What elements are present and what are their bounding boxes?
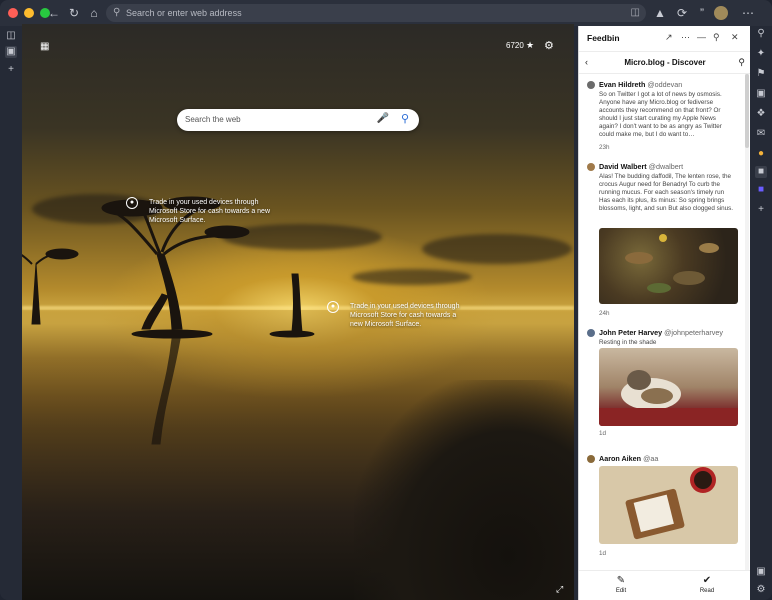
globe-icon[interactable]: ● (126, 197, 138, 209)
edit-label: Edit (615, 588, 627, 594)
post-time: 1d (599, 550, 607, 557)
sparkle-icon[interactable]: ✦ (755, 48, 767, 60)
feed-post[interactable]: John Peter Harvey @johnpeterharvey Resti… (587, 328, 739, 446)
outlook-icon[interactable]: ✉ (755, 128, 767, 140)
pin-icon[interactable]: ⚲ (713, 32, 720, 43)
address-bar[interactable]: ⚲ Search or enter web address ◫ (106, 4, 646, 22)
address-bar-placeholder: Search or enter web address (126, 8, 242, 18)
games-icon[interactable]: ● (755, 148, 767, 160)
more-options-icon[interactable]: ⋯ (681, 32, 690, 43)
trophy-icon[interactable]: ★ (526, 40, 534, 51)
rewards-score[interactable]: 6720 (506, 41, 524, 50)
open-external-icon[interactable]: ↗ (665, 32, 673, 43)
edit-button[interactable]: ✎ Edit (601, 575, 641, 594)
apps-grid-icon[interactable]: ▦ (40, 42, 50, 52)
post-author: Evan Hildreth @oddevan (599, 80, 683, 89)
screenshot-icon[interactable]: ▣ (755, 566, 767, 578)
feedbin-side-panel: Feedbin ↗ ⋯ — ⚲ ✕ ‹ Micro.blog - Discove… (578, 26, 751, 600)
feed-post[interactable]: Evan Hildreth @oddevan So on Twitter I g… (587, 80, 739, 156)
settings-gear-icon[interactable]: ⚙ (544, 39, 554, 52)
hotspot-caption-2[interactable]: Trade in your used devices through Micro… (350, 302, 470, 329)
toolbox-icon[interactable]: ▣ (755, 88, 767, 100)
app-icon[interactable]: ■ (755, 184, 767, 196)
post-photo[interactable] (599, 348, 738, 426)
search-icon[interactable]: ⚲ (401, 112, 409, 125)
minimize-icon[interactable]: — (697, 32, 706, 42)
edit-icon: ✎ (616, 575, 626, 586)
new-tab-icon[interactable]: + (5, 64, 17, 76)
feed-post[interactable]: Aaron Aiken @aa 1d (587, 454, 739, 570)
new-tab-page: ▦ 6720 ★ ⚙ Search the web 🎤 ⚲ ● Trade in… (22, 24, 574, 600)
post-author: John Peter Harvey @johnpeterharvey (599, 328, 723, 337)
feedbin-app-icon[interactable]: ■ (755, 166, 767, 178)
post-time: 1d (599, 430, 607, 437)
feed-post[interactable]: David Walbert @dwalbert Alas! The buddin… (587, 162, 739, 322)
post-photo[interactable] (599, 466, 738, 544)
vpn-icon[interactable]: ▲ (652, 5, 668, 21)
left-sidebar: ◫ ▣ + (0, 26, 22, 600)
add-app-icon[interactable]: + (755, 204, 767, 216)
hotspot-caption-1[interactable]: Trade in your used devices through Micro… (149, 198, 284, 225)
post-time: 24h (599, 310, 610, 317)
expand-icon[interactable]: ⤢ (556, 584, 563, 595)
post-author: David Walbert @dwalbert (599, 162, 684, 171)
browser-toolbar: ← ↻ ⌂ ⚲ Search or enter web address ◫ ▲ … (0, 0, 772, 26)
checkmark-icon: ✔ (702, 575, 712, 586)
sidebar-toggle-icon[interactable]: ◫ (5, 30, 17, 42)
home-icon[interactable]: ⌂ (86, 5, 102, 21)
avatar (587, 81, 595, 89)
read-button[interactable]: ✔ Read (687, 575, 727, 594)
feed-list[interactable]: Evan Hildreth @oddevan So on Twitter I g… (579, 74, 745, 570)
extensions-icon[interactable]: ⟳ (674, 5, 690, 21)
feed-scrollbar[interactable] (745, 74, 749, 570)
post-body: Alas! The budding daffodil, The lenten r… (599, 173, 734, 212)
settings-gear-icon[interactable]: ⚙ (755, 584, 767, 596)
read-label: Read (699, 588, 715, 594)
search-icon: ⚲ (113, 7, 121, 18)
panel-footer: ✎ Edit ✔ Read (579, 570, 751, 600)
office-icon[interactable]: ❖ (755, 108, 767, 120)
reload-icon[interactable]: ↻ (66, 5, 82, 21)
panel-header: Feedbin ↗ ⋯ — ⚲ ✕ (579, 26, 751, 52)
feed-title: Micro.blog - Discover (624, 58, 706, 67)
app-available-icon[interactable]: ◫ (631, 4, 640, 22)
avatar (587, 163, 595, 171)
window-controls (8, 8, 50, 18)
search-icon[interactable]: ⚲ (738, 57, 745, 68)
panel-title: Feedbin (587, 33, 620, 43)
avatar (587, 455, 595, 463)
more-menu-icon[interactable]: ⋯ (740, 5, 756, 21)
web-search-box[interactable]: Search the web 🎤 ⚲ (177, 109, 419, 131)
quote-icon[interactable]: ” (694, 5, 710, 21)
globe-icon[interactable]: ● (327, 301, 339, 313)
right-sidebar: ⚲ ✦ ⚑ ▣ ❖ ✉ ● ■ ■ + ▣ ⚙ (750, 26, 772, 600)
tab-icon[interactable]: ▣ (5, 46, 17, 58)
cat-photo (599, 370, 738, 426)
scrollbar-thumb[interactable] (745, 74, 749, 148)
back-icon[interactable]: ← (46, 5, 62, 21)
avatar (587, 329, 595, 337)
browser-window: ← ↻ ⌂ ⚲ Search or enter web address ◫ ▲ … (0, 0, 772, 600)
close-window-button[interactable] (8, 8, 18, 18)
post-author: Aaron Aiken @aa (599, 454, 659, 463)
post-body: Resting in the shade (599, 339, 657, 346)
coffee-notebook-photo (625, 467, 716, 540)
minimize-window-button[interactable] (24, 8, 34, 18)
microphone-icon[interactable]: 🎤 (377, 113, 389, 124)
post-body: So on Twitter I got a lot of news by osm… (599, 91, 722, 138)
search-icon[interactable]: ⚲ (755, 28, 767, 40)
leaves-photo (625, 234, 719, 293)
tag-icon[interactable]: ⚑ (755, 68, 767, 80)
close-icon[interactable]: ✕ (731, 32, 739, 43)
post-photo[interactable] (599, 228, 738, 304)
profile-avatar[interactable] (714, 6, 728, 20)
post-time: 23h (599, 144, 610, 151)
web-search-placeholder: Search the web (185, 115, 241, 124)
feed-header: ‹ Micro.blog - Discover ⚲ (579, 52, 751, 74)
